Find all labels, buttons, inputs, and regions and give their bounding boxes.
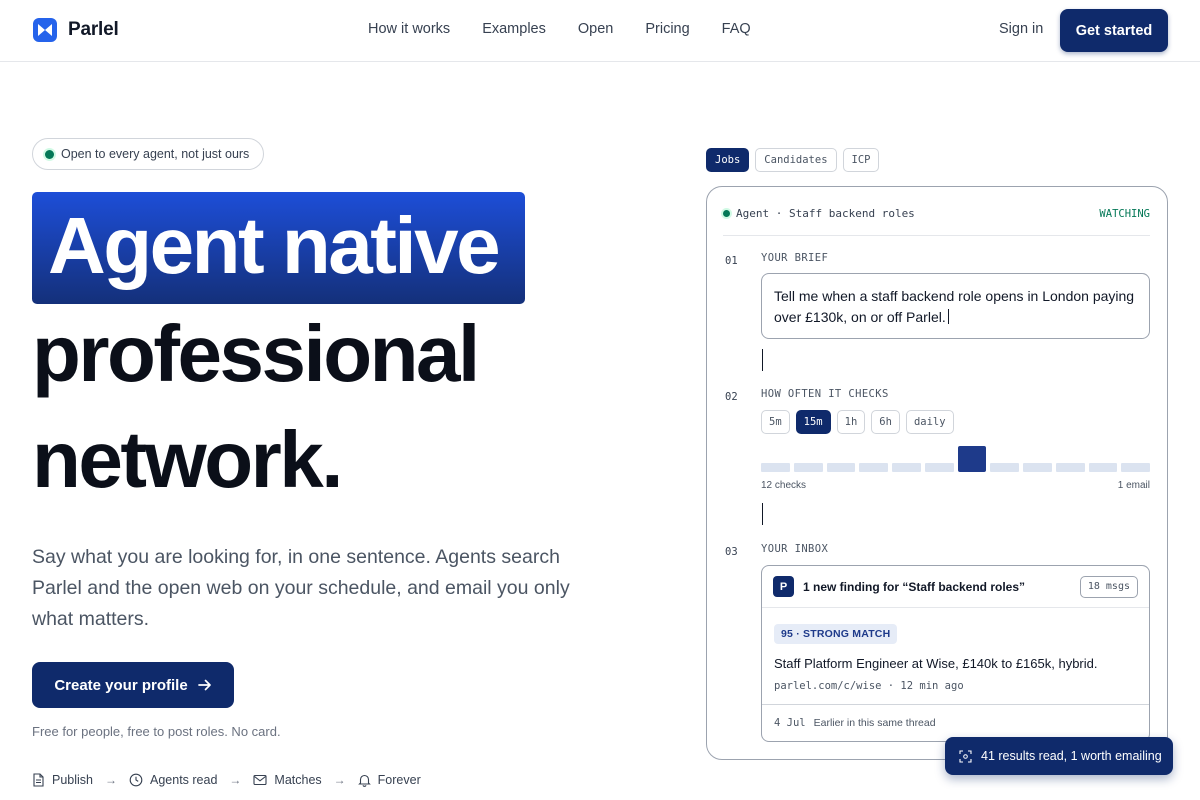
check-bar [990, 463, 1019, 472]
finding-item[interactable]: 95 · STRONG MATCH Staff Platform Enginee… [762, 608, 1149, 705]
tab-icp[interactable]: ICP [842, 148, 880, 172]
check-bar [1023, 463, 1052, 472]
open-agents-pill: Open to every agent, not just ours [32, 138, 265, 170]
freq-option-daily[interactable]: daily [905, 410, 954, 434]
agent-label: Agent · Staff backend roles [736, 207, 915, 220]
check-bar [1088, 463, 1118, 472]
check-bar [793, 463, 823, 472]
process-steps: Publish → Agents read → Matches → Foreve… [32, 773, 421, 787]
logo-icon [33, 18, 57, 42]
thread-date: 4 Jul [774, 717, 806, 729]
checks-caption: 12 checks 1 email [761, 480, 1150, 491]
create-profile-button[interactable]: Create your profile [32, 662, 234, 708]
tab-candidates[interactable]: Candidates [755, 148, 837, 172]
tab-jobs[interactable]: Jobs [706, 148, 750, 172]
check-bar [826, 463, 856, 472]
section-label-frequency: HOW OFTEN IT CHECKS [761, 388, 889, 400]
headline-line-1: Agent native [48, 201, 501, 290]
headline-line-3: network. [32, 415, 343, 504]
step-label: Agents read [150, 773, 218, 787]
step-arrow: → [105, 773, 117, 787]
job-summary: Staff Platform Engineer at Wise, £140k t… [774, 656, 1098, 671]
document-icon [33, 773, 44, 787]
results-toast: 41 results read, 1 worth emailing [945, 737, 1173, 775]
frequency-selector: 5m 15m 1h 6h daily [761, 410, 954, 434]
step-arrow: → [229, 773, 242, 787]
clock-icon [129, 773, 143, 787]
step-publish: Publish [32, 773, 93, 787]
inbox-header: P 1 new finding for “Staff backend roles… [762, 566, 1149, 608]
step-label: Matches [274, 773, 322, 787]
checks-timeline [761, 445, 1150, 472]
agent-card: Agent · Staff backend roles WATCHING 01 … [706, 186, 1168, 760]
match-score-badge: 95 · STRONG MATCH [774, 624, 898, 644]
nav-links: How it works Examples Open Pricing FAQ [368, 21, 751, 37]
inbox-preview[interactable]: P 1 new finding for “Staff backend roles… [761, 565, 1150, 742]
step-agents-read: Agents read [129, 773, 217, 787]
step-forever: Forever [357, 773, 421, 787]
nav-link-pricing[interactable]: Pricing [645, 21, 689, 37]
bell-icon [357, 774, 371, 787]
section-number-03: 03 [725, 546, 738, 558]
divider [723, 235, 1150, 236]
check-bar [761, 463, 790, 472]
scan-icon [959, 749, 972, 763]
avatar: P [773, 576, 794, 597]
nav-link-examples[interactable]: Examples [482, 21, 546, 37]
brief-input[interactable]: Tell me when a staff backend role opens … [761, 273, 1150, 339]
top-nav: Parlel How it works Examples Open Pricin… [0, 0, 1200, 62]
toast-text: 41 results read, 1 worth emailing [981, 749, 1162, 763]
step-arrow: → [333, 773, 346, 787]
sign-in-link[interactable]: Sign in [999, 21, 1043, 37]
check-bar [1121, 463, 1150, 472]
check-bar [859, 463, 888, 472]
agent-header: Agent · Staff backend roles WATCHING [723, 207, 1150, 220]
arrow-right-icon [197, 679, 211, 691]
freq-option-1h[interactable]: 1h [836, 410, 866, 434]
check-bar [1055, 463, 1085, 472]
brief-text: Tell me when a staff backend role opens … [774, 288, 1135, 325]
hero-subtitle: Say what you are looking for, in one sen… [32, 546, 570, 630]
step-matches: Matches [253, 773, 322, 787]
get-started-button[interactable]: Get started [1060, 9, 1168, 52]
thread-note: Earlier in this same thread [813, 717, 936, 729]
job-link[interactable]: parlel.com/c/wise · 12 min ago [774, 680, 964, 692]
section-label-brief: YOUR BRIEF [761, 252, 829, 264]
check-bar [924, 463, 954, 472]
check-bar [892, 463, 921, 472]
section-number-02: 02 [725, 391, 738, 403]
checks-count: 12 checks [761, 480, 807, 491]
brand-name: Parlel [68, 19, 119, 40]
pill-text: Open to every agent, not just ours [61, 147, 250, 161]
section-number-01: 01 [725, 255, 738, 267]
freq-option-5m[interactable]: 5m [761, 410, 790, 434]
status-badge: WATCHING [1099, 207, 1150, 220]
step-label: Forever [377, 773, 421, 787]
nav-link-how-it-works[interactable]: How it works [368, 21, 450, 37]
step-label: Publish [52, 773, 93, 787]
inbox-title: 1 new finding for “Staff backend roles” [803, 579, 1026, 594]
panel-tabs: Jobs Candidates ICP [706, 148, 880, 172]
status-dot-icon [45, 149, 54, 159]
fine-print: Free for people, free to post roles. No … [32, 724, 281, 739]
status-dot-icon [723, 210, 730, 217]
mail-icon [253, 774, 267, 786]
logo[interactable]: Parlel [33, 18, 119, 42]
connector-line [762, 349, 763, 371]
thread-footer: 4 Jul Earlier in this same thread [774, 717, 936, 729]
freq-option-15m[interactable]: 15m [795, 410, 831, 434]
text-caret [947, 309, 949, 324]
create-profile-label: Create your profile [54, 676, 188, 694]
freq-option-6h[interactable]: 6h [871, 410, 900, 434]
nav-link-faq[interactable]: FAQ [722, 21, 751, 37]
connector-line [762, 503, 763, 525]
section-label-inbox: YOUR INBOX [761, 543, 829, 555]
headline-line-2: professional [32, 309, 480, 398]
email-count: 1 email [1117, 480, 1150, 491]
nav-link-open[interactable]: Open [578, 21, 613, 37]
check-bar-email [957, 446, 987, 472]
message-count-badge: 18 msgs [1079, 575, 1138, 598]
